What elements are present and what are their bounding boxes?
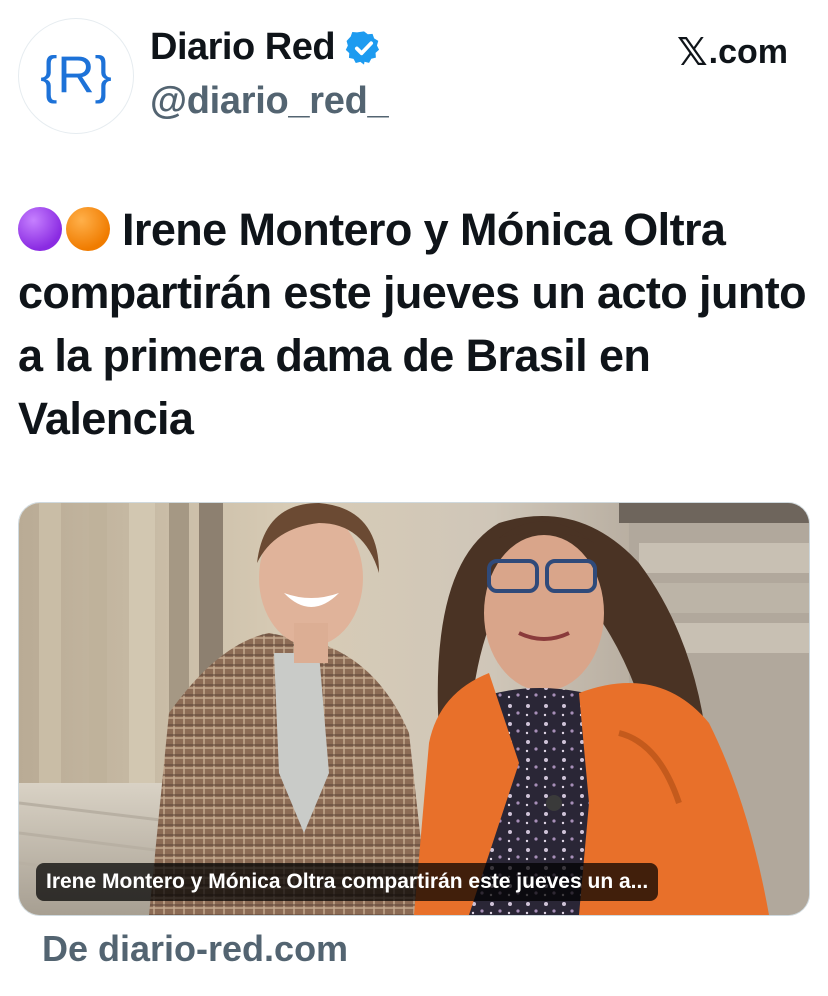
link-preview-card[interactable]: Irene Montero y Mónica Oltra compartirán… (18, 502, 810, 916)
account-handle[interactable]: @diario_red_ (150, 80, 389, 123)
x-logo-icon: 𝕏 (677, 32, 708, 74)
account-avatar[interactable]: {R} (18, 18, 134, 134)
verified-badge-icon (345, 30, 380, 65)
platform-logo-text: .com (708, 33, 788, 71)
tweet-text: Irene Montero y Mónica Oltra compartirán… (18, 204, 807, 444)
account-name[interactable]: Diario Red (150, 26, 336, 69)
diario-red-logo-icon: {R} (40, 46, 112, 104)
tweet-text-block: Irene Montero y Mónica Oltra compartirán… (18, 198, 808, 450)
svg-text:{R}: {R} (40, 46, 112, 104)
article-photo (19, 503, 809, 915)
purple-circle-emoji-icon (18, 207, 62, 251)
link-card-caption: Irene Montero y Mónica Oltra compartirán… (36, 863, 659, 901)
account-name-row: Diario Red (150, 26, 383, 69)
platform-logo: 𝕏 .com (677, 30, 788, 75)
orange-circle-emoji-icon (66, 207, 110, 251)
link-source[interactable]: De diario-red.com (42, 928, 348, 970)
